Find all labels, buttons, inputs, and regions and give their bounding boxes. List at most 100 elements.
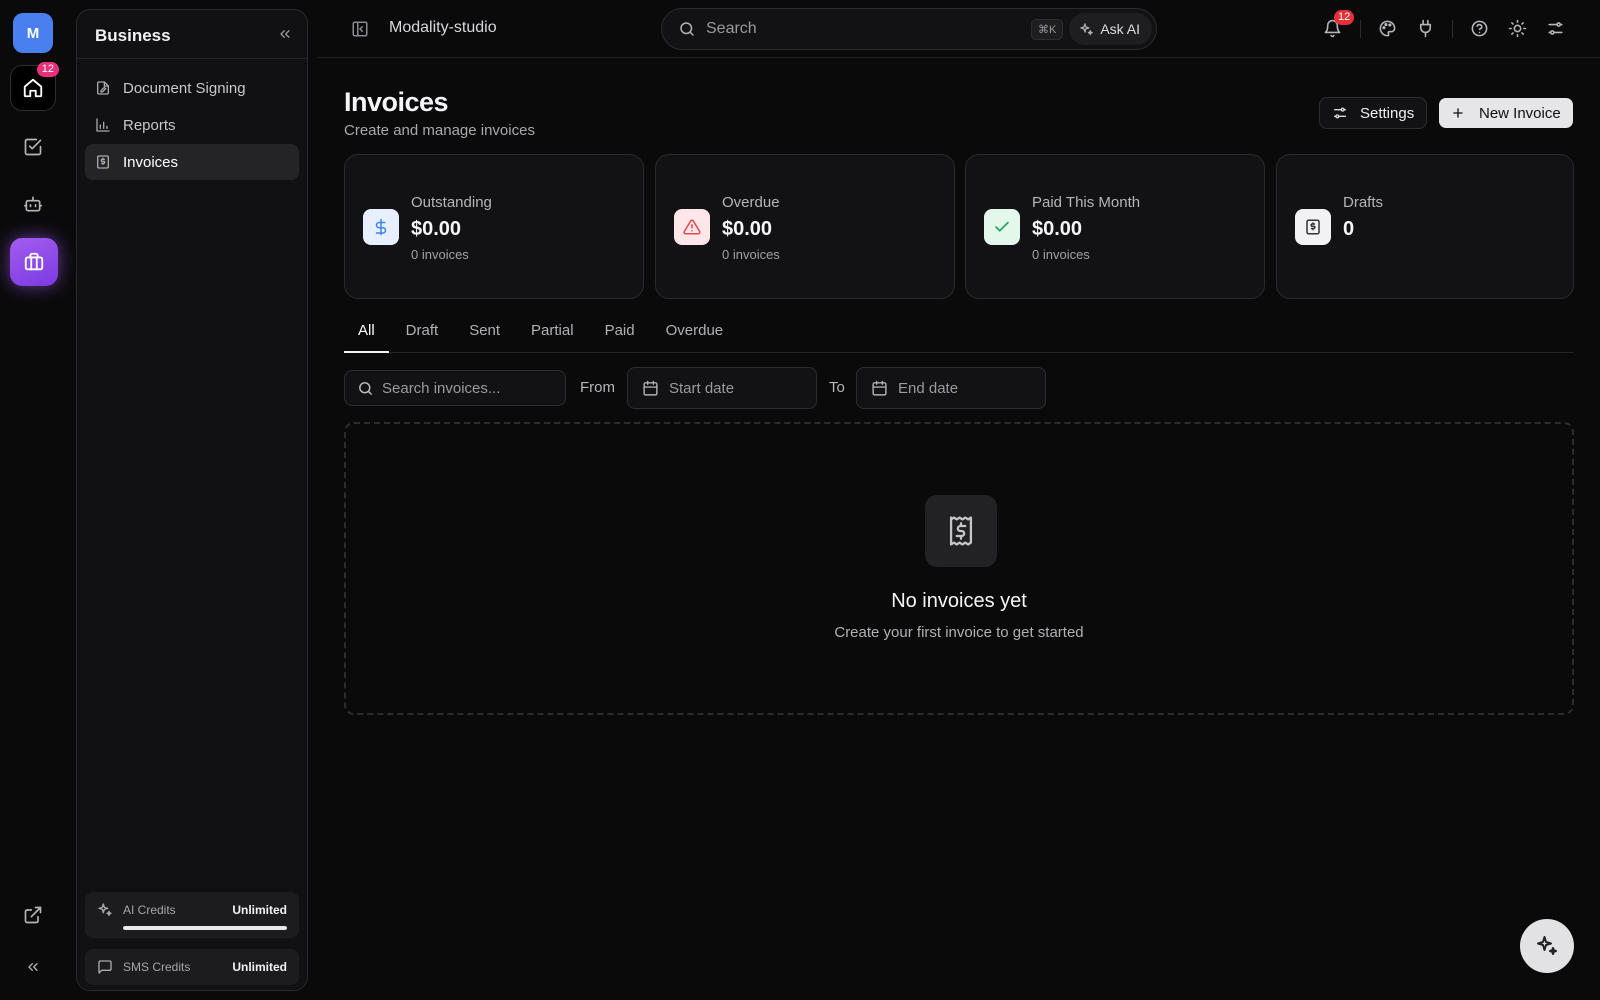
sun-icon	[1508, 19, 1527, 38]
sidebar-item-label: Reports	[123, 116, 176, 134]
ask-ai-button[interactable]: Ask AI	[1069, 13, 1152, 45]
sparkles-icon	[1080, 22, 1094, 35]
stat-count: 0 invoices	[722, 247, 780, 262]
workspace-avatar[interactable]: M	[13, 13, 53, 53]
tab-partial[interactable]: Partial	[517, 312, 588, 353]
sidebar-nav: Document Signing Reports Invoices	[85, 70, 299, 181]
end-date-picker[interactable]: End date	[856, 367, 1046, 409]
ai-assistant-button[interactable]	[1520, 919, 1574, 973]
topbar-separator	[1452, 20, 1453, 38]
stat-value: 0	[1343, 218, 1355, 240]
search-shortcut: ⌘K	[1030, 18, 1064, 40]
business-button[interactable]	[10, 238, 58, 286]
integrations-button[interactable]	[1416, 19, 1435, 38]
bot-button[interactable]	[10, 181, 56, 227]
home-badge: 12	[36, 62, 59, 77]
to-label: To	[829, 379, 845, 396]
empty-state-title: No invoices yet	[891, 590, 1027, 612]
help-icon	[1471, 20, 1488, 37]
ai-credits-bar	[123, 926, 287, 930]
stat-value: $0.00	[411, 218, 462, 240]
receipt-icon	[925, 495, 997, 567]
home-button[interactable]: 12	[10, 62, 59, 111]
settings-label: Settings	[1360, 104, 1415, 122]
bot-icon	[23, 196, 43, 212]
sparkles-icon	[98, 903, 112, 916]
sidebar-item-reports[interactable]: Reports	[85, 107, 299, 143]
app-rail: M 12	[0, 0, 68, 1000]
sliders-icon	[1548, 22, 1563, 35]
sms-credits-label: SMS Credits	[123, 960, 191, 974]
stat-label: Overdue	[722, 194, 780, 211]
stat-card-outstanding: Outstanding $0.00 0 invoices	[344, 154, 644, 299]
topbar: Modality-studio Search ⌘K Ask AI 12	[318, 0, 1600, 58]
home-icon	[23, 78, 43, 98]
start-date-picker[interactable]: Start date	[627, 367, 817, 409]
workspace-name[interactable]: Modality-studio	[389, 19, 497, 37]
ai-credits-panel: AI Credits Unlimited	[85, 892, 299, 938]
invoice-search	[344, 370, 566, 406]
settings-button[interactable]: Settings	[1319, 97, 1428, 129]
stat-value: $0.00	[722, 218, 773, 240]
collapse-rail-button[interactable]	[10, 944, 56, 990]
sidebar-item-label: Invoices	[123, 153, 179, 171]
toggle-panel-button[interactable]	[351, 20, 369, 38]
from-label: From	[580, 379, 615, 396]
search-icon	[359, 381, 372, 395]
external-link-button[interactable]	[10, 892, 56, 938]
tab-draft[interactable]: Draft	[392, 312, 453, 353]
stat-card-paid-this-month: Paid This Month $0.00 0 invoices	[965, 154, 1265, 299]
bar-chart-icon	[96, 118, 110, 132]
receipt-icon	[97, 155, 109, 169]
tab-paid[interactable]: Paid	[591, 312, 649, 353]
topbar-separator	[1360, 20, 1361, 38]
plus-icon	[1453, 108, 1463, 118]
calendar-icon	[643, 380, 658, 396]
stat-count: 0 invoices	[411, 247, 469, 262]
global-search[interactable]: Search ⌘K Ask AI	[661, 8, 1157, 50]
theme-palette-button[interactable]	[1378, 19, 1397, 38]
sidebar-item-document-signing[interactable]: Document Signing	[85, 70, 299, 106]
page-title: Invoices	[344, 87, 449, 117]
stat-label: Outstanding	[411, 194, 492, 211]
stat-count: 0 invoices	[1032, 247, 1090, 262]
stat-card-drafts: Drafts 0	[1276, 154, 1574, 299]
panel-left-icon	[352, 21, 368, 37]
calendar-icon	[872, 380, 887, 396]
sidebar-collapse-button[interactable]	[277, 26, 293, 42]
stat-label: Paid This Month	[1032, 194, 1141, 211]
sparkles-icon	[1537, 936, 1557, 955]
ask-ai-label: Ask AI	[1100, 21, 1140, 37]
tab-sent[interactable]: Sent	[455, 312, 514, 353]
sliders-icon	[1334, 107, 1346, 119]
start-date-placeholder: Start date	[669, 379, 735, 397]
message-square-icon	[98, 960, 112, 974]
new-invoice-button[interactable]: New Invoice	[1439, 98, 1573, 128]
search-placeholder: Search	[706, 20, 757, 37]
help-button[interactable]	[1470, 19, 1489, 38]
preferences-button[interactable]	[1546, 19, 1565, 38]
sidebar-item-label: Document Signing	[123, 79, 246, 97]
tab-all[interactable]: All	[344, 312, 389, 353]
theme-toggle-button[interactable]	[1508, 19, 1527, 38]
tab-overdue[interactable]: Overdue	[652, 312, 738, 353]
file-signature-icon	[97, 81, 109, 95]
stat-value: $0.00	[1032, 218, 1083, 240]
sidebar-item-invoices[interactable]: Invoices	[85, 144, 299, 180]
sidebar-divider	[77, 58, 307, 59]
external-link-icon	[24, 906, 42, 924]
sms-credits-panel: SMS Credits Unlimited	[85, 949, 299, 985]
tasks-button[interactable]	[10, 124, 56, 170]
ai-credits-label: AI Credits	[123, 903, 176, 917]
invoice-search-input[interactable]	[382, 379, 562, 397]
check-icon	[984, 209, 1020, 245]
notifications-badge: 12	[1334, 10, 1355, 25]
receipt-icon	[1295, 209, 1331, 245]
end-date-placeholder: End date	[898, 379, 959, 397]
chevrons-left-icon	[28, 963, 38, 971]
plug-icon	[1419, 19, 1432, 38]
sidebar-title: Business	[95, 26, 171, 45]
empty-state: No invoices yet Create your first invoic…	[344, 422, 1574, 715]
search-icon	[680, 22, 694, 36]
ai-credits-value: Unlimited	[232, 903, 287, 917]
